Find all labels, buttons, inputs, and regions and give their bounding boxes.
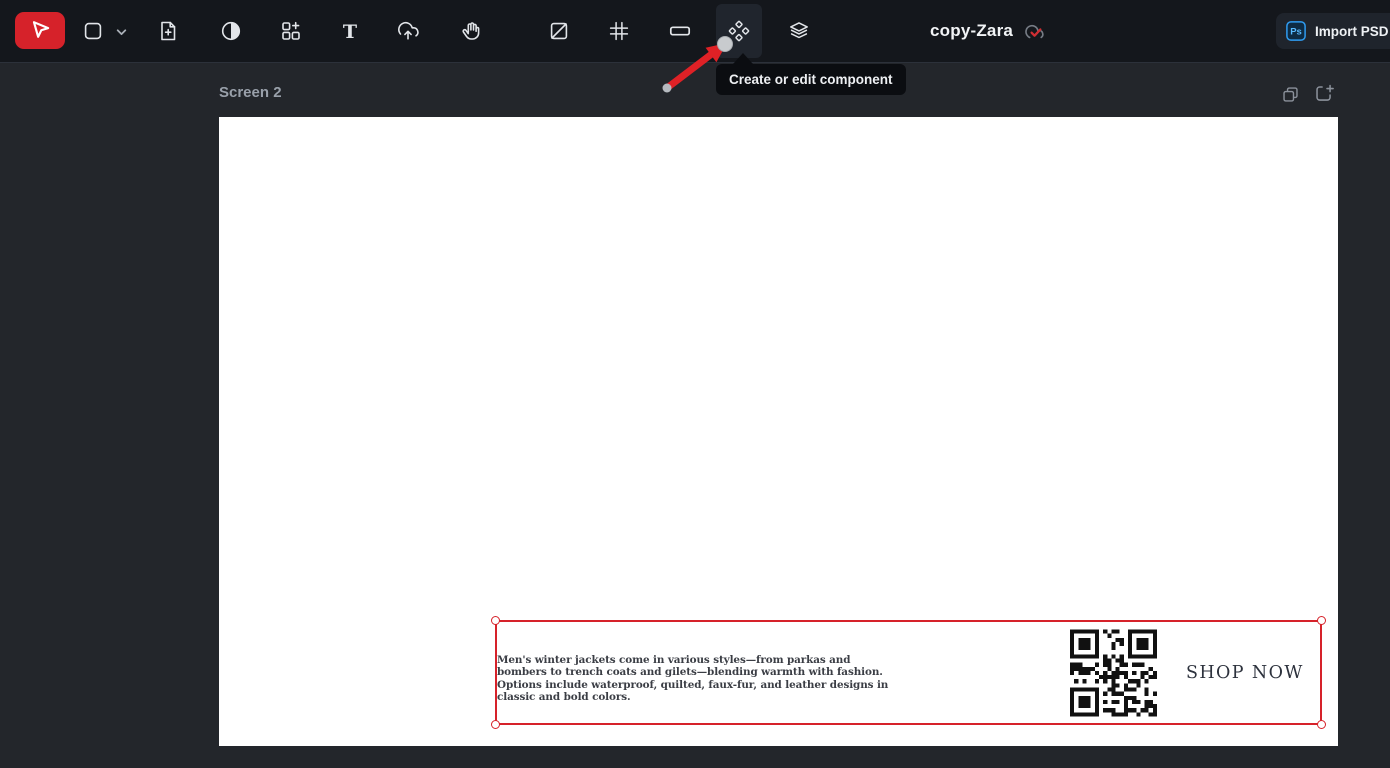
document-title-group: copy-Zara: [930, 0, 1046, 62]
new-page-button[interactable]: [150, 13, 186, 49]
component-icon: [728, 20, 750, 42]
hand-tool-button[interactable]: [453, 13, 489, 49]
photoshop-icon: Ps: [1286, 21, 1306, 41]
file-plus-icon: [161, 21, 176, 41]
selection-handle-bottom-right[interactable]: [1317, 720, 1326, 729]
text-tool-icon: T: [343, 21, 357, 43]
button-shape-tool[interactable]: [662, 13, 698, 49]
design-app: T copy-Zara Ps Import PSD Screen 2 Men's…: [0, 0, 1390, 768]
rectangle-icon: [84, 22, 102, 40]
duplicate-icon: [1282, 86, 1298, 102]
cloud-upload-icon: [398, 21, 419, 40]
import-psd-button[interactable]: Ps Import PSD: [1276, 13, 1390, 49]
widgets-plus-icon: [282, 21, 300, 40]
cursor-icon: [32, 21, 49, 38]
selection-handle-bottom-left[interactable]: [491, 720, 500, 729]
text-tool-button[interactable]: T: [332, 13, 368, 49]
import-psd-label: Import PSD: [1315, 23, 1389, 39]
add-widgets-button[interactable]: [273, 13, 309, 49]
button-shape-icon: [669, 26, 691, 36]
grid-icon: [609, 21, 629, 41]
duplicate-screen-button[interactable]: [1276, 80, 1304, 108]
mask-off-button[interactable]: [541, 13, 577, 49]
screen-label[interactable]: Screen 2: [219, 84, 282, 101]
tooltip-caret: [733, 53, 753, 64]
layers-icon: [790, 22, 808, 39]
add-frame-icon: [1315, 84, 1334, 101]
component-tool-button[interactable]: [716, 4, 762, 58]
toolbar: T copy-Zara Ps Import PSD: [0, 0, 1390, 63]
contrast-icon: [221, 21, 241, 41]
selection-handle-top-right[interactable]: [1317, 616, 1326, 625]
add-screen-button[interactable]: [1310, 80, 1338, 108]
layers-button[interactable]: [781, 13, 817, 49]
mask-disabled-icon: [550, 22, 568, 40]
hand-icon: [462, 22, 480, 40]
layout-grid-button[interactable]: [601, 13, 637, 49]
text-tool-glyph: T: [343, 21, 357, 43]
shape-tool-button[interactable]: [75, 13, 111, 49]
cloud-check-icon[interactable]: [1022, 20, 1046, 42]
document-title: copy-Zara: [930, 21, 1014, 40]
annotation-dot-start: [662, 83, 672, 93]
shape-tool-dropdown[interactable]: [113, 26, 129, 38]
selection-box[interactable]: [491, 616, 1326, 729]
chevron-down-icon: [116, 29, 126, 36]
contrast-tool-button[interactable]: [213, 13, 249, 49]
cloud-upload-button[interactable]: [390, 13, 426, 49]
select-tool-button[interactable]: [15, 12, 65, 49]
photoshop-icon-text: Ps: [1290, 27, 1302, 38]
selection-handle-top-left[interactable]: [491, 616, 500, 625]
tooltip: Create or edit component: [716, 64, 906, 95]
